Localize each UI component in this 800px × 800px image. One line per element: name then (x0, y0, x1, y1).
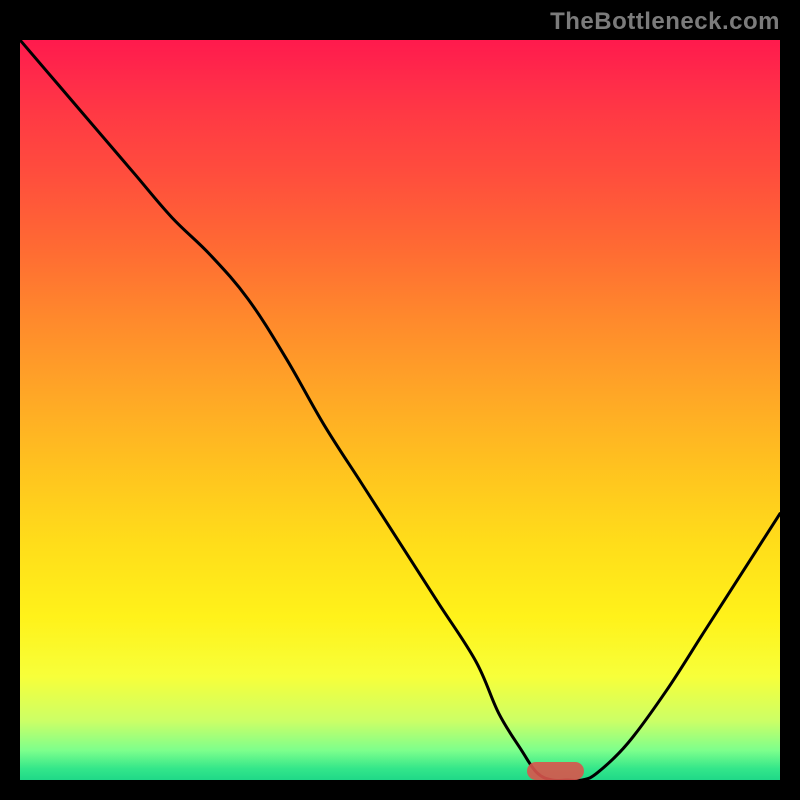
watermark-text: TheBottleneck.com (550, 8, 780, 36)
bottleneck-curve (20, 40, 780, 780)
curve-layer (20, 40, 780, 780)
plot-area (20, 40, 780, 780)
chart-frame: TheBottleneck.com (0, 0, 800, 800)
optimal-range-marker (527, 762, 584, 780)
